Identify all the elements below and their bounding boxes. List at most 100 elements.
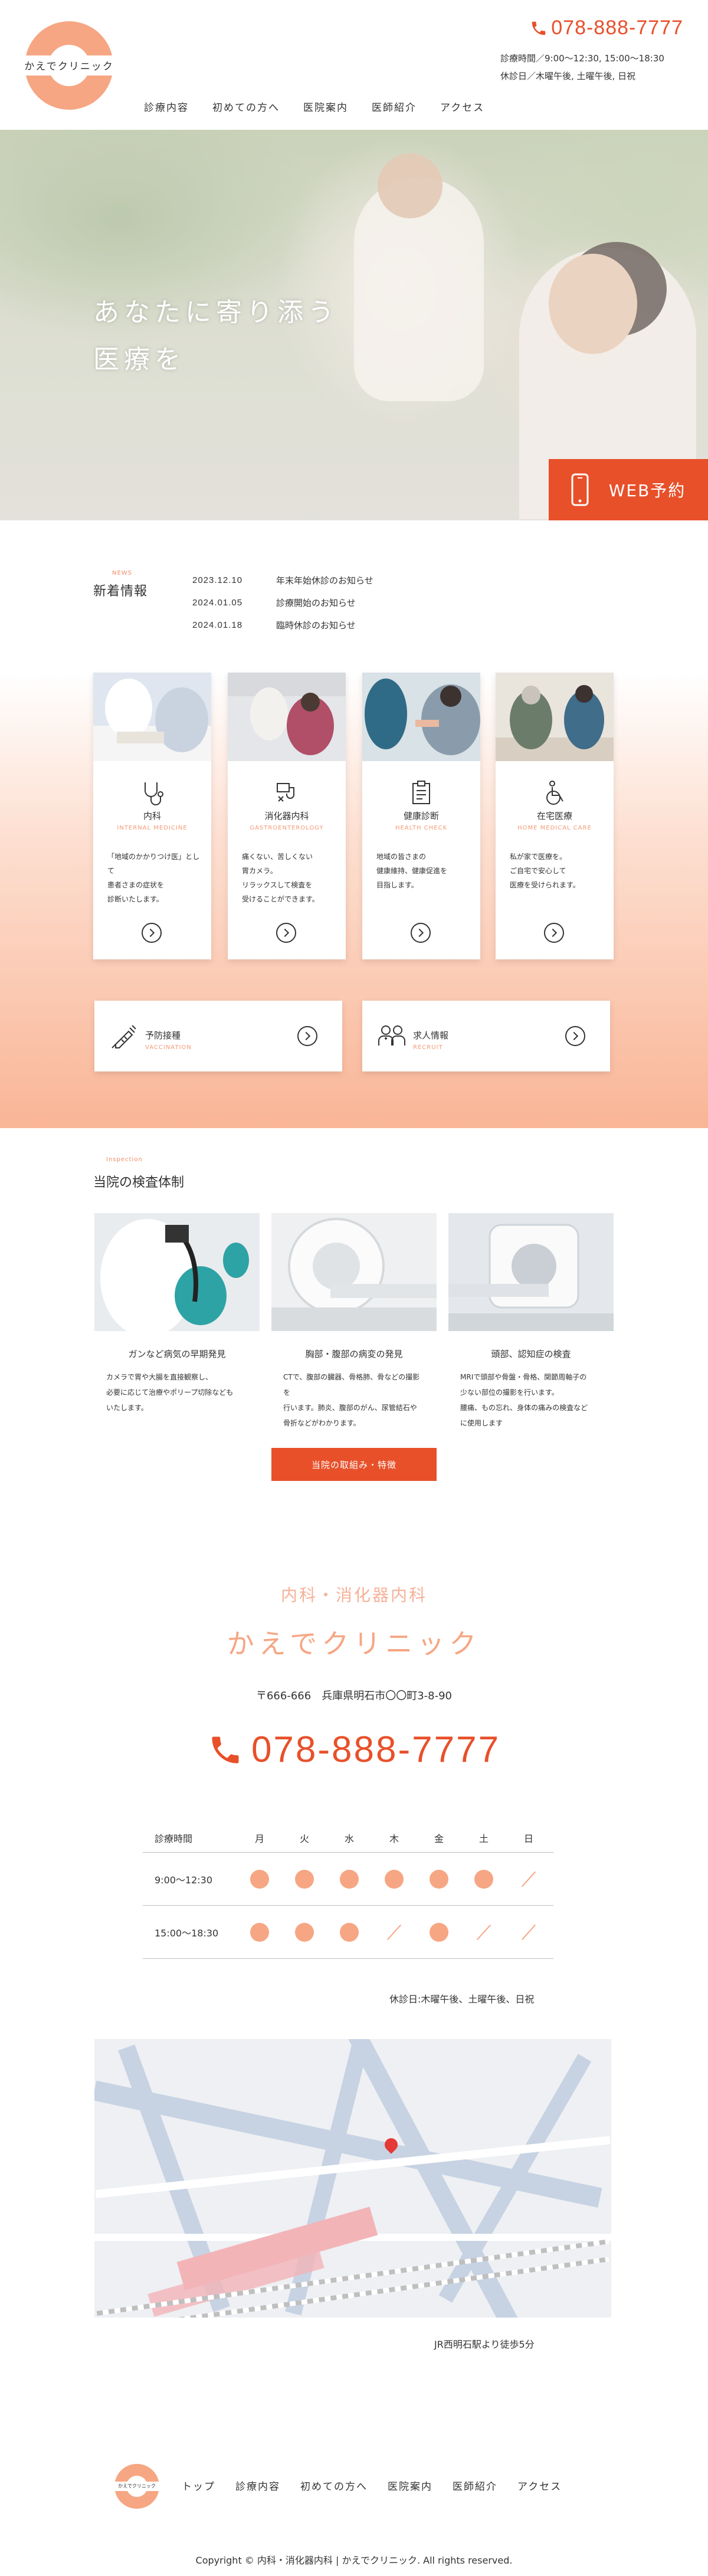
global-nav: 診療内容 初めての方へ 医院案内 医師紹介 アクセス (144, 99, 508, 114)
syringe-icon (112, 1025, 136, 1048)
nav-item-clinic-guide[interactable]: 医院案内 (303, 99, 348, 114)
closed-mark (386, 1924, 402, 1940)
news-list: 2023.12.10 年末年始休診のお知らせ 2024.01.05 診療開始のお… (192, 569, 373, 636)
clinic-address: 〒666-666 兵庫県明石市〇〇町3-8-90 (255, 1690, 452, 1702)
hours-cell (506, 1924, 551, 1940)
service-photo (228, 673, 346, 761)
header: かえでクリニック 078-888-7777 診療時間／9:00～12:30, 1… (0, 0, 708, 130)
clinic-name: かえでクリニック (227, 1628, 481, 1660)
hours-cell (282, 1869, 327, 1889)
arrow-right-icon[interactable] (297, 1026, 317, 1046)
staff-icon (378, 1025, 405, 1046)
service-photo (93, 673, 211, 761)
inspection-item-ct: 胸部・腹部の病変の発見 CTで、腹部の臓器、骨格肺、骨などの撮影を 行います。肺… (271, 1213, 437, 1431)
phone-icon (532, 21, 546, 35)
web-reservation-button[interactable]: WEB予約 (549, 459, 708, 520)
clinic-phone-link[interactable]: 078-888-7777 (0, 1729, 708, 1771)
hours-cell (372, 1924, 417, 1940)
hours-row-afternoon: 15:00～18:30 (143, 1906, 553, 1959)
header-phone-number: 078-888-7777 (551, 17, 683, 39)
copyright: Copyright © 内科・消化器内科 | かえでクリニック. All rig… (195, 2555, 513, 2566)
smartphone-icon (571, 473, 589, 506)
service-photo (496, 673, 614, 761)
news-title: 新着情報 (93, 584, 148, 599)
ct-scanner-photo (271, 1213, 437, 1331)
closed-mark (521, 1871, 536, 1887)
inspection-label-en: Inspection (106, 1156, 143, 1163)
hours-table: 診療時間 月 火 水 木 金 土 日 9:00～12:30 15:00～18:3… (143, 1823, 553, 1959)
service-card-internal-medicine[interactable]: 内科 INTERNAL MEDICINE 「地域のかかりつけ医」として 患者さま… (93, 673, 211, 959)
open-mark (295, 1922, 314, 1942)
hero-copy: あなたに寄り添う 医療を (93, 297, 339, 375)
endoscope-icon (277, 783, 294, 802)
access-map[interactable] (94, 2039, 611, 2318)
nav-item-access[interactable]: アクセス (440, 99, 484, 114)
news-item[interactable]: 2023.12.10 年末年始休診のお知らせ (192, 569, 373, 591)
service-card-gastroenterology[interactable]: 消化器内科 GASTROENTEROLOGY 痛くない、苦しくない 胃カメラ。 … (228, 673, 346, 959)
service-card-home-care[interactable]: 在宅医療 HOME MEDICAL CARE 私が家で医療を。 ご自宅で安心して… (496, 673, 614, 959)
header-closed-days: 休診日／木曜午後, 土曜午後, 日祝 (500, 71, 636, 81)
hours-row-morning: 9:00～12:30 (143, 1853, 553, 1906)
nav-item-first-visit[interactable]: 初めての方へ (212, 99, 280, 114)
footer-logo[interactable]: かえでクリニック (110, 2464, 164, 2509)
hours-cell (506, 1871, 551, 1887)
inspection-title: 当院の検査体制 (93, 1175, 185, 1190)
hours-header-row: 診療時間 月 火 水 木 金 土 日 (143, 1823, 553, 1853)
footer-nav-services[interactable]: 診療内容 (235, 2478, 280, 2493)
hours-cell (327, 1922, 372, 1942)
clinic-phone-number: 078-888-7777 (251, 1729, 501, 1770)
phone-icon (212, 1736, 239, 1763)
wheelchair-icon (546, 781, 563, 805)
hours-cell (461, 1924, 506, 1940)
open-mark (430, 1869, 448, 1889)
logo-text: かえでクリニック (24, 61, 114, 73)
hours-cell (461, 1869, 506, 1889)
header-phone-link[interactable]: 078-888-7777 (530, 17, 683, 40)
footer-nav-first-visit[interactable]: 初めての方へ (300, 2478, 368, 2493)
footer-nav-access[interactable]: アクセス (517, 2478, 562, 2493)
footer-nav-clinic-guide[interactable]: 医院案内 (388, 2478, 432, 2493)
stethoscope-icon (145, 782, 163, 805)
inspection-item-endoscopy: ガンなど病気の早期発見 カメラで胃や大腸を直接観察し、 必要に応じて治療やポリー… (94, 1213, 260, 1415)
features-button[interactable]: 当院の取組み・特徴 (271, 1448, 437, 1481)
nav-item-services[interactable]: 診療内容 (144, 99, 189, 114)
arrow-right-icon[interactable] (565, 1026, 585, 1046)
hours-cell (237, 1922, 282, 1942)
hours-cell (282, 1922, 327, 1942)
news-item[interactable]: 2024.01.18 臨時休診のお知らせ (192, 614, 373, 636)
news-label-en: NEWS (112, 570, 133, 576)
hours-cell (372, 1869, 417, 1889)
recruit-card[interactable]: 求人情報 RECRUIT (362, 1001, 610, 1071)
vaccination-card[interactable]: 予防接種 VACCINATION (94, 1001, 342, 1071)
station-note: JR西明石駅より徒歩5分 (434, 2339, 535, 2350)
open-mark (474, 1869, 493, 1889)
footer-nav-doctors[interactable]: 医師紹介 (453, 2478, 497, 2493)
closed-mark (521, 1924, 536, 1940)
inspection-item-mri: 頭部、認知症の検査 MRIで頭部や骨盤・骨格、関節周軸子の 少ない部位の撮影を行… (448, 1213, 614, 1431)
service-card-health-check[interactable]: 健康診断 HEALTH CHECK 地域の皆さまの 健康維持、健康促進を 目指し… (362, 673, 480, 959)
arrow-right-icon[interactable] (142, 923, 162, 943)
mri-photo (448, 1213, 614, 1331)
open-mark (385, 1869, 404, 1889)
hours-cell (237, 1869, 282, 1889)
open-mark (340, 1922, 359, 1942)
services-section: 内科 INTERNAL MEDICINE 「地域のかかりつけ医」として 患者さま… (0, 673, 708, 1128)
clinic-department: 内科・消化器内科 (280, 1585, 427, 1605)
arrow-right-icon[interactable] (411, 923, 431, 943)
open-mark (250, 1869, 269, 1889)
hours-cell (417, 1869, 461, 1889)
hours-cell (327, 1869, 372, 1889)
arrow-right-icon[interactable] (276, 923, 296, 943)
open-mark (340, 1869, 359, 1889)
service-photo (362, 673, 480, 761)
nav-item-doctors[interactable]: 医師紹介 (372, 99, 417, 114)
endoscopy-photo (94, 1213, 260, 1337)
clinic-logo[interactable]: かえでクリニック (13, 21, 125, 110)
header-info: 診療時間／9:00～12:30, 15:00～18:30 休診日／木曜午後, 土… (500, 50, 664, 85)
open-mark (430, 1922, 448, 1942)
news-item[interactable]: 2024.01.05 診療開始のお知らせ (192, 591, 373, 614)
closed-mark (476, 1924, 491, 1940)
arrow-right-icon[interactable] (544, 923, 564, 943)
footer-nav-top[interactable]: トップ (182, 2478, 215, 2493)
open-mark (250, 1922, 269, 1942)
